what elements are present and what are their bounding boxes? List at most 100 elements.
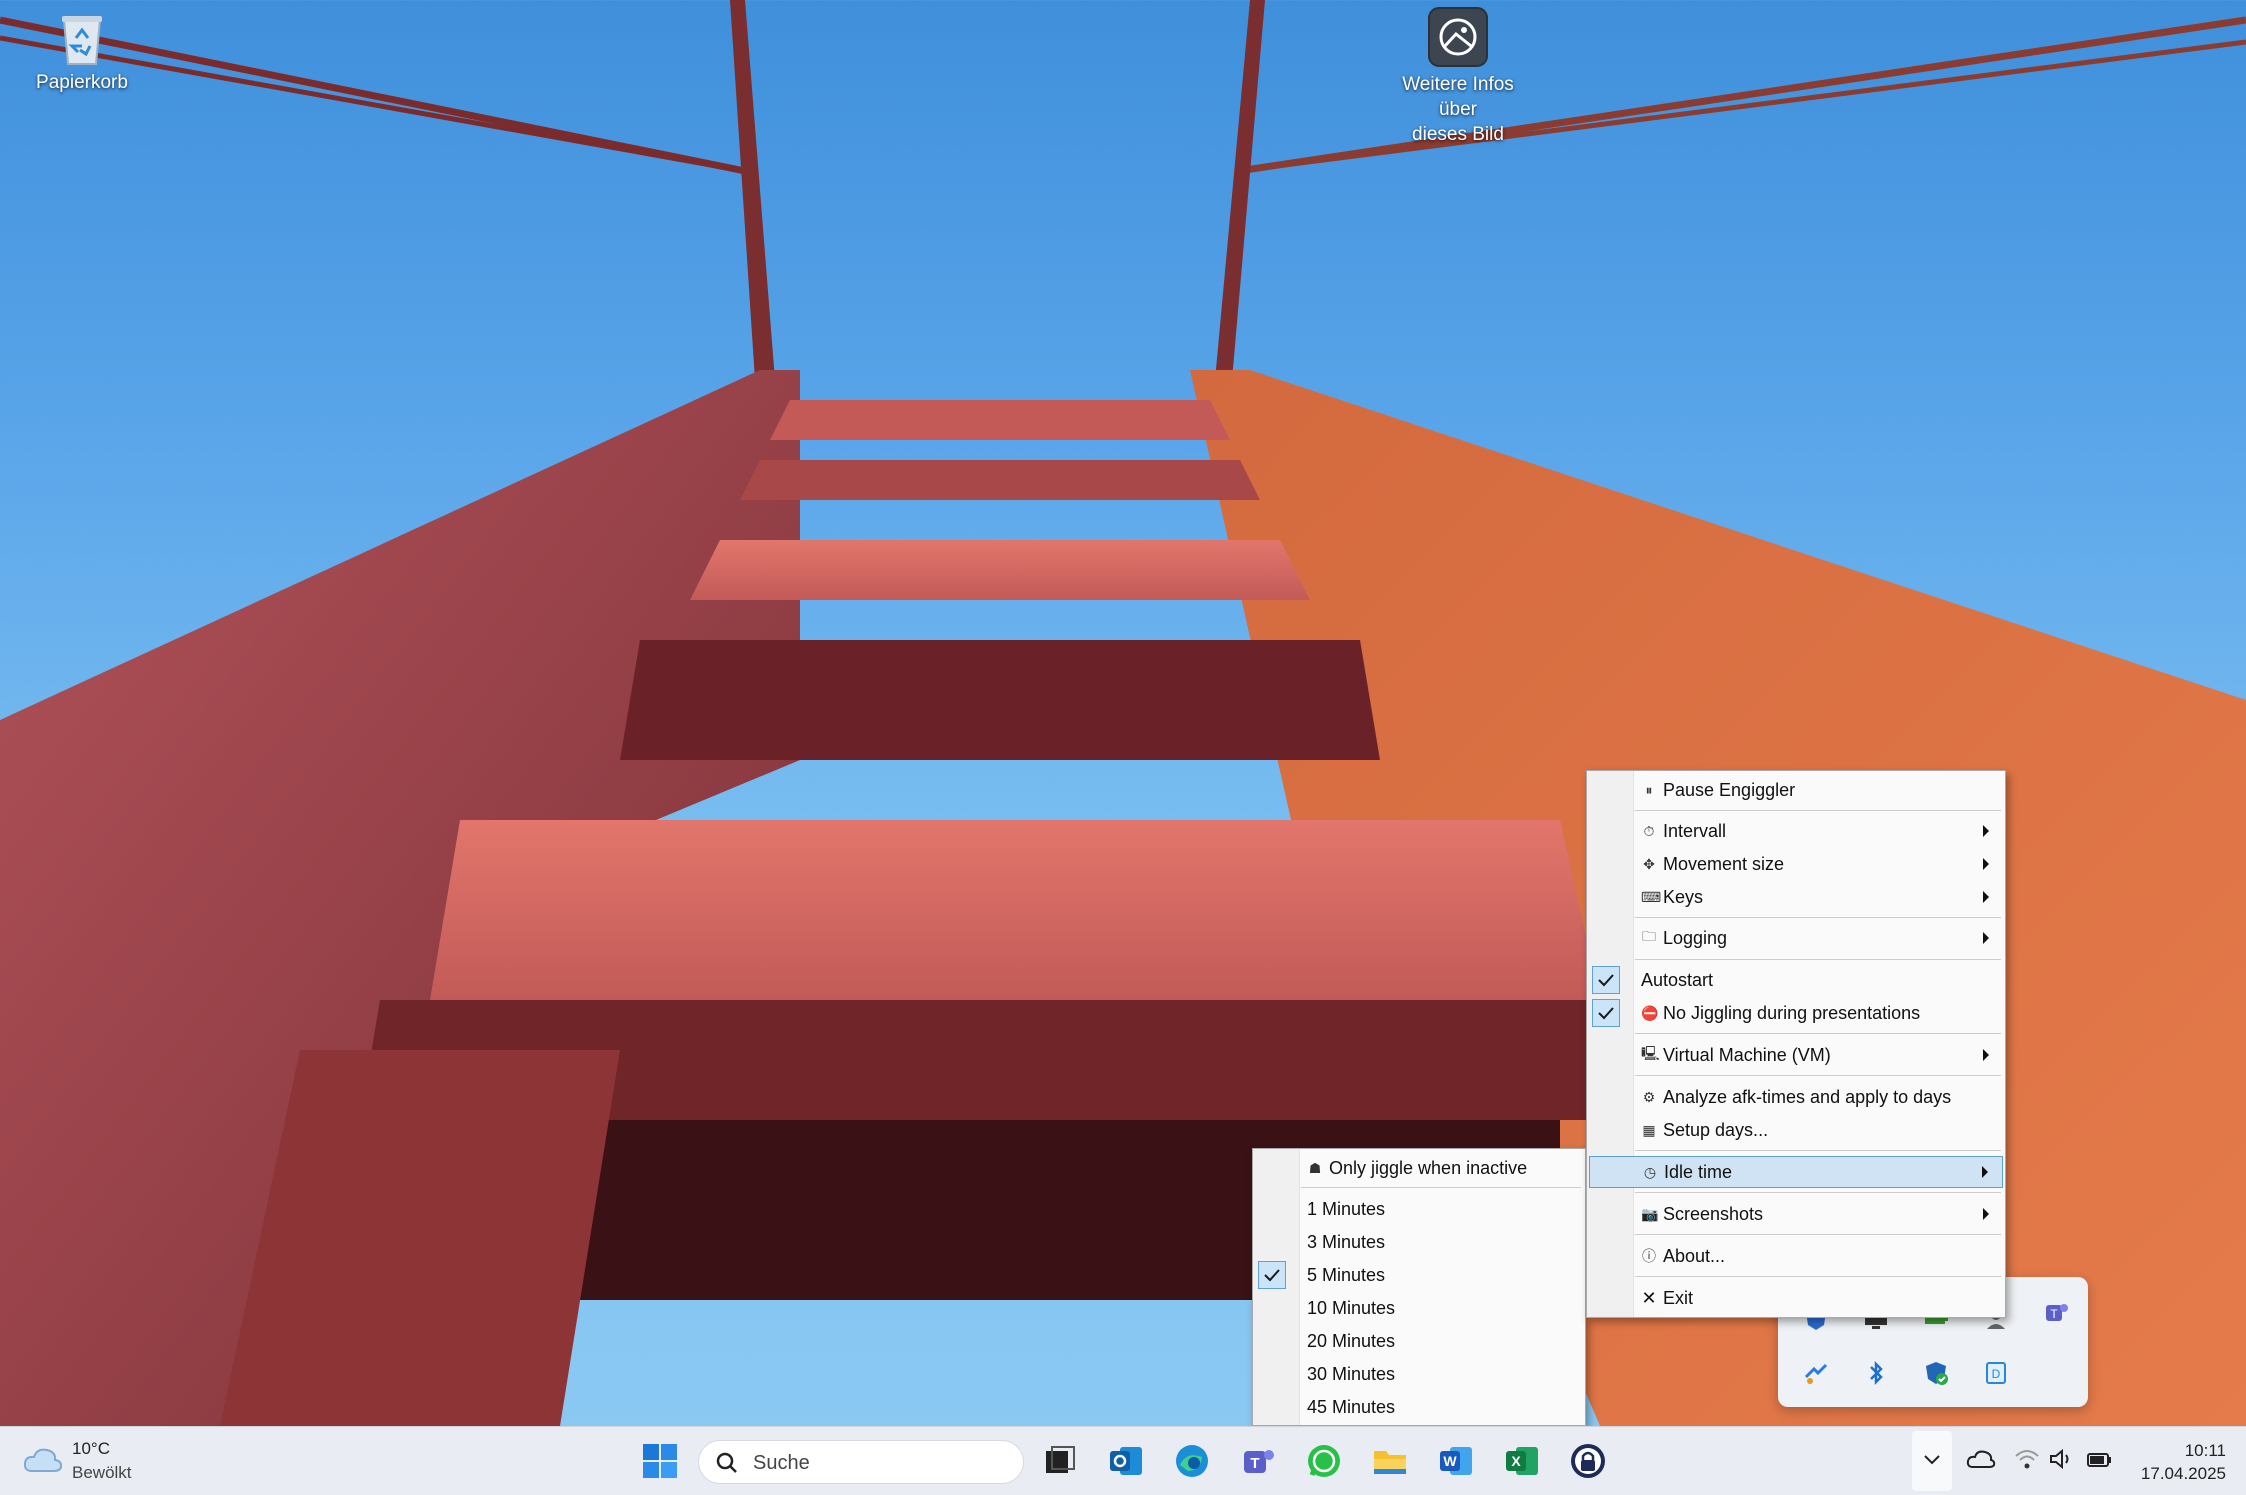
- stopwatch-icon: ⏱: [1643, 822, 1655, 839]
- pause-icon: ⏸: [1645, 781, 1653, 798]
- menu-item-label: 30 Minutes: [1307, 1363, 1396, 1384]
- menu-item-1-minutes[interactable]: 1 Minutes: [1255, 1193, 1583, 1225]
- folder-icon: 🗀: [1642, 928, 1656, 944]
- chevron-down-icon: [1924, 1455, 1940, 1465]
- cursor-move-icon: ✥: [1643, 855, 1655, 872]
- excel-icon[interactable]: X: [1502, 1441, 1542, 1481]
- menu-item-about[interactable]: ⓘ About...: [1589, 1240, 2003, 1272]
- menu-item-only-jiggle-inactive[interactable]: ☗ Only jiggle when inactive: [1255, 1152, 1583, 1184]
- menu-item-label: Idle time: [1664, 1161, 1733, 1182]
- teams-icon[interactable]: T: [1238, 1441, 1278, 1481]
- whatsapp-icon[interactable]: [1304, 1441, 1344, 1481]
- menu-separator: [1635, 810, 2001, 811]
- checkmark-icon: [1592, 999, 1620, 1027]
- menu-item-intervall[interactable]: ⏱ Intervall: [1589, 815, 2003, 847]
- menu-item-autostart[interactable]: Autostart: [1589, 964, 2003, 996]
- menu-item-no-jiggling-presentations[interactable]: ⛔ No Jiggling during presentations: [1589, 997, 2003, 1029]
- menu-item-label: Exit: [1663, 1287, 1694, 1308]
- menu-item-label: About...: [1663, 1245, 1726, 1266]
- bluetooth-icon[interactable]: [1862, 1359, 1890, 1387]
- menu-item-exit[interactable]: ✕ Exit: [1589, 1282, 2003, 1314]
- menu-item-analyze-afk[interactable]: ⚙ Analyze afk-times and apply to days: [1589, 1081, 2003, 1113]
- search-placeholder: Suche: [753, 1452, 810, 1474]
- menu-item-5-minutes[interactable]: 5 Minutes: [1255, 1259, 1583, 1291]
- menu-item-screenshots[interactable]: 📷 Screenshots: [1589, 1198, 2003, 1230]
- menu-item-logging[interactable]: 🗀 Logging: [1589, 922, 2003, 954]
- battery-icon[interactable]: [2086, 1447, 2114, 1471]
- menu-item-label: Screenshots: [1663, 1203, 1764, 1224]
- menu-item-label: Analyze afk-times and apply to days: [1663, 1086, 1952, 1107]
- wifi-icon[interactable]: [2014, 1447, 2040, 1471]
- info-icon: ⓘ: [1642, 1248, 1656, 1264]
- svg-text:W: W: [1443, 1453, 1457, 1469]
- file-explorer-icon[interactable]: [1370, 1441, 1410, 1481]
- menu-separator: [1635, 1075, 2001, 1076]
- clock-icon: ◷: [1643, 1163, 1657, 1180]
- menu-item-30-minutes[interactable]: 30 Minutes: [1255, 1358, 1583, 1390]
- menu-item-idle-time[interactable]: ◷ Idle time: [1589, 1156, 2003, 1188]
- submenu-arrow-icon: [1983, 825, 1989, 837]
- submenu-arrow-icon: [1983, 858, 1989, 870]
- svg-text:T: T: [2050, 1307, 2058, 1321]
- menu-item-virtual-machine[interactable]: 🖳 Virtual Machine (VM): [1589, 1039, 2003, 1071]
- camera-icon: [1427, 6, 1489, 68]
- taskbar-search[interactable]: Suche: [698, 1440, 1024, 1484]
- menu-separator: [1635, 1234, 2001, 1235]
- menu-item-20-minutes[interactable]: 20 Minutes: [1255, 1325, 1583, 1357]
- camera-icon: 📷: [1641, 1205, 1659, 1222]
- teams-icon[interactable]: T: [2042, 1299, 2070, 1327]
- menu-item-label: Logging: [1663, 927, 1728, 948]
- calendar-icon: ▦: [1642, 1121, 1656, 1138]
- menu-separator: [1635, 1033, 2001, 1034]
- windows-start-icon[interactable]: [640, 1441, 680, 1481]
- person-icon: ☗: [1308, 1159, 1322, 1176]
- menu-item-10-minutes[interactable]: 10 Minutes: [1255, 1292, 1583, 1324]
- menu-item-3-minutes[interactable]: 3 Minutes: [1255, 1226, 1583, 1258]
- checkmark-icon: [1258, 1261, 1286, 1289]
- tray-overflow-chevron[interactable]: [1912, 1431, 1952, 1491]
- cloud-icon: [23, 1448, 63, 1472]
- desktop-icon-label: Weitere Infos über dieses Bild: [1402, 74, 1514, 145]
- menu-item-label: 3 Minutes: [1307, 1231, 1386, 1252]
- onedrive-cloud-icon[interactable]: [1966, 1447, 1996, 1471]
- menu-separator: [1635, 959, 2001, 960]
- menu-item-keys[interactable]: ⌨ Keys: [1589, 881, 2003, 913]
- menu-item-label: 20 Minutes: [1307, 1330, 1396, 1351]
- defender-shield-icon[interactable]: [1922, 1359, 1950, 1387]
- weather-condition: Bewölkt: [72, 1463, 132, 1482]
- weather-temperature: 10°C: [72, 1439, 110, 1458]
- menu-item-setup-days[interactable]: ▦ Setup days...: [1589, 1114, 2003, 1146]
- menu-item-label: No Jiggling during presentations: [1663, 1002, 1921, 1023]
- taskbar-clock[interactable]: 10:11 17.04.2025: [2141, 1439, 2226, 1485]
- menu-item-movement-size[interactable]: ✥ Movement size: [1589, 848, 2003, 880]
- desktop-icon-recycle-bin[interactable]: Papierkorb: [12, 8, 152, 95]
- outlook-icon[interactable]: [1106, 1441, 1146, 1481]
- desktop-icon-spotlight-info[interactable]: Weitere Infos über dieses Bild: [1388, 6, 1528, 147]
- word-icon[interactable]: W: [1436, 1441, 1476, 1481]
- recycle-bin-icon: [56, 8, 108, 66]
- engiggler-context-menu: ⏸ Pause Engiggler ⏱ Intervall ✥ Movement…: [1586, 770, 2006, 1318]
- menu-item-pause[interactable]: ⏸ Pause Engiggler: [1589, 774, 2003, 806]
- keyboard-icon: ⌨: [1641, 888, 1662, 905]
- clock-date: 17.04.2025: [2140, 1464, 2226, 1483]
- speaker-icon[interactable]: [2048, 1447, 2074, 1471]
- dictation-icon[interactable]: D: [1982, 1359, 2010, 1387]
- engiggler-icon[interactable]: [1802, 1359, 1830, 1387]
- keepass-lock-icon[interactable]: [1568, 1441, 1608, 1481]
- menu-item-label: 45 Minutes: [1307, 1396, 1396, 1417]
- menu-separator: [1635, 1150, 2001, 1151]
- idle-time-submenu: ☗ Only jiggle when inactive 1 Minutes 3 …: [1252, 1148, 1586, 1426]
- submenu-arrow-icon: [1983, 1208, 1989, 1220]
- menu-item-label: Virtual Machine (VM): [1663, 1044, 1831, 1065]
- taskbar: 10°C Bewölkt Suche T W X 10:11 17.04.202…: [0, 1426, 2246, 1495]
- menu-separator: [1635, 1192, 2001, 1193]
- menu-item-label: 10 Minutes: [1307, 1297, 1396, 1318]
- desktop-icon-label: Papierkorb: [36, 72, 128, 93]
- task-view-icon[interactable]: [1040, 1441, 1080, 1481]
- menu-item-45-minutes[interactable]: 45 Minutes: [1255, 1391, 1583, 1423]
- svg-text:X: X: [1511, 1453, 1521, 1469]
- edge-icon[interactable]: [1172, 1441, 1212, 1481]
- computer-icon: 🖳: [1641, 1045, 1660, 1061]
- menu-item-label: 1 Minutes: [1307, 1198, 1386, 1219]
- menu-separator: [1635, 917, 2001, 918]
